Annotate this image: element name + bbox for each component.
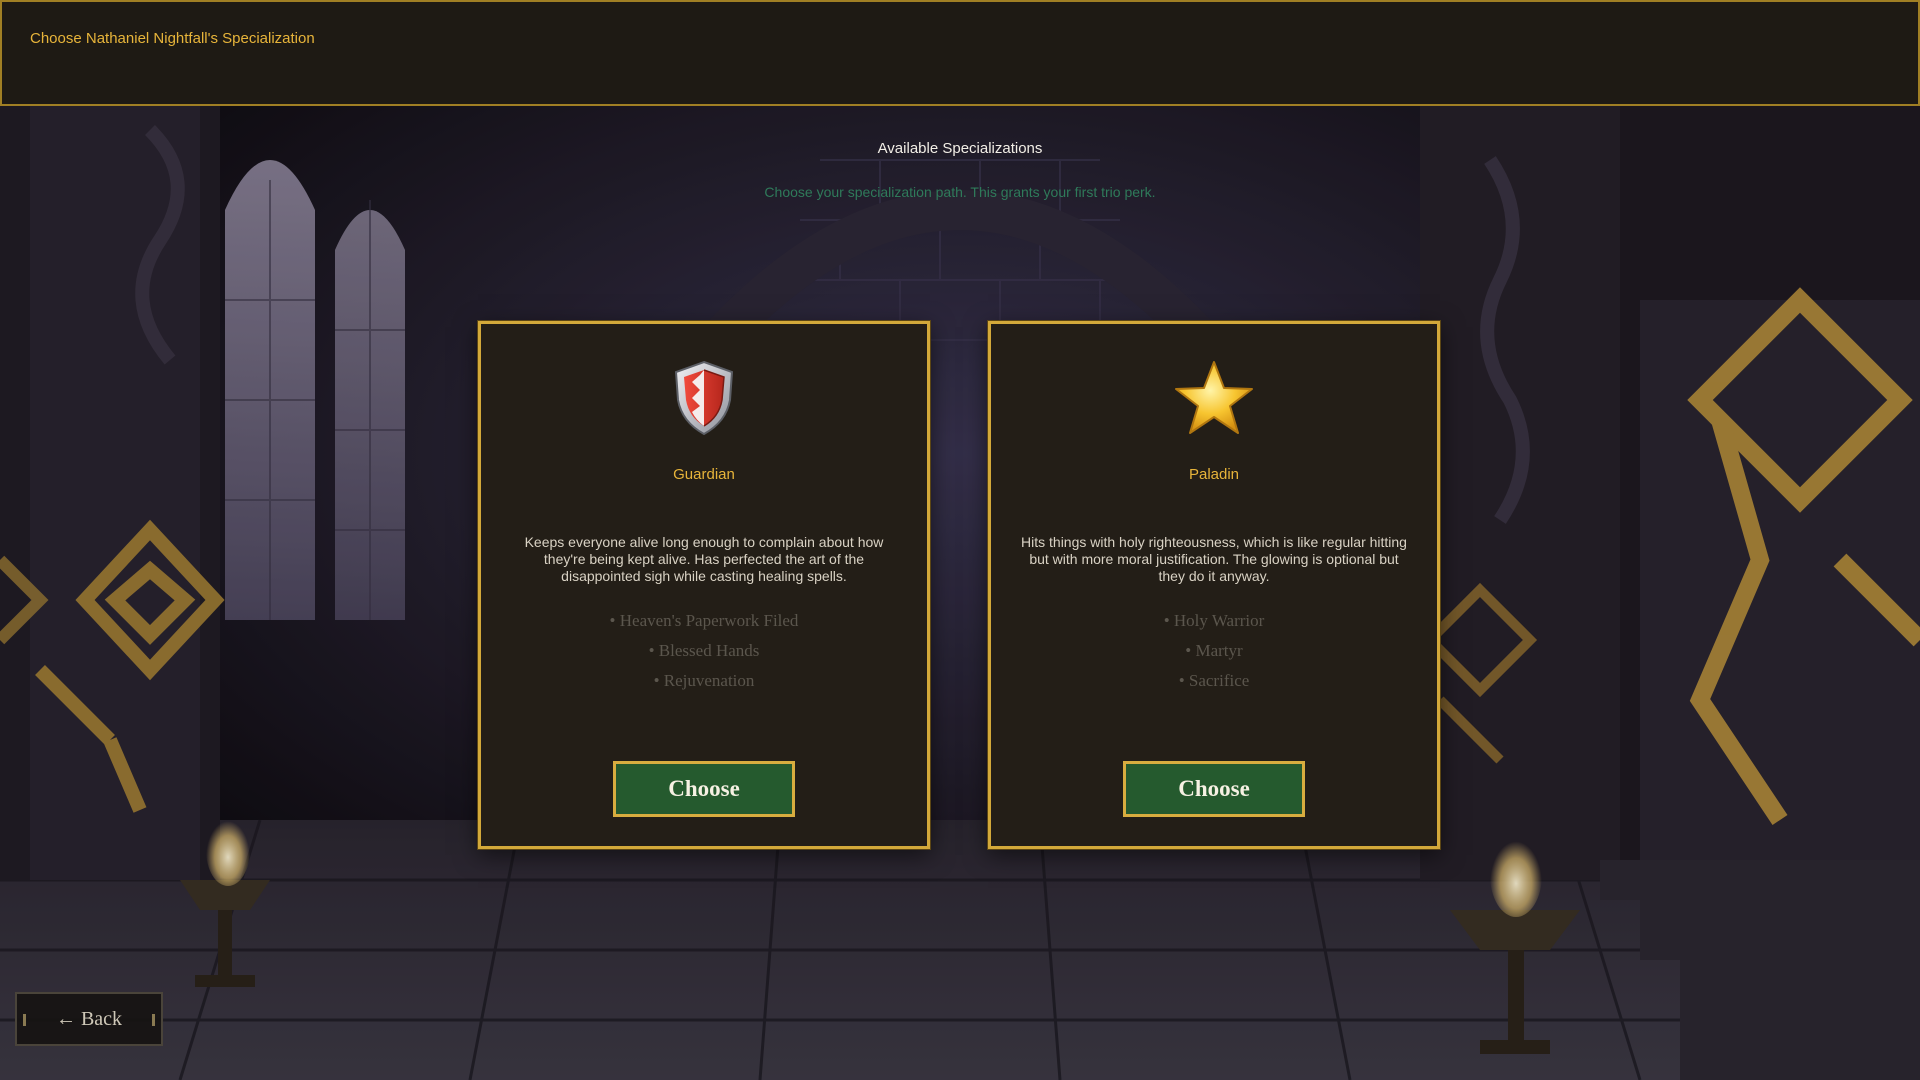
perk-list: • Heaven's Paperwork Filed • Blessed Han… — [481, 606, 927, 696]
header-bar: Choose Nathaniel Nightfall's Specializat… — [0, 0, 1920, 106]
back-button-left-tick — [23, 1014, 26, 1026]
perk-item: • Holy Warrior — [1163, 611, 1265, 630]
card-description: Keeps everyone alive long enough to comp… — [524, 534, 884, 584]
star-icon — [1174, 358, 1254, 438]
page-title: Choose Nathaniel Nightfall's Specializat… — [30, 30, 315, 47]
back-button-label: ← Back — [55, 1007, 123, 1030]
back-button[interactable]: ← Back — [15, 992, 163, 1046]
perk-item: • Blessed Hands — [648, 641, 760, 660]
specialization-screen: Choose Nathaniel Nightfall's Specializat… — [0, 0, 1920, 1080]
card-title: Guardian — [673, 466, 735, 483]
card-title: Paladin — [1188, 466, 1240, 483]
shield-icon — [664, 358, 744, 438]
perk-item: • Martyr — [1185, 641, 1243, 660]
choose-paladin-button[interactable]: Choose — [1123, 761, 1305, 817]
perk-item: • Sacrifice — [1178, 671, 1250, 690]
perk-list: • Holy Warrior • Martyr • Sacrifice — [991, 606, 1437, 696]
card-description: Hits things with holy righteousness, whi… — [1021, 534, 1407, 584]
choose-guardian-button[interactable]: Choose — [613, 761, 795, 817]
specialization-card-guardian: Guardian Keeps everyone alive long enoug… — [478, 321, 930, 849]
section-subtitle: Choose your specialization path. This gr… — [764, 184, 1156, 200]
perk-item: • Rejuvenation — [653, 671, 755, 690]
section-title: Available Specializations — [877, 140, 1043, 157]
dungeon-background — [0, 0, 1920, 1080]
perk-item: • Heaven's Paperwork Filed — [609, 611, 799, 630]
back-button-right-tick — [152, 1014, 155, 1026]
specialization-card-paladin: Paladin Hits things with holy righteousn… — [988, 321, 1440, 849]
